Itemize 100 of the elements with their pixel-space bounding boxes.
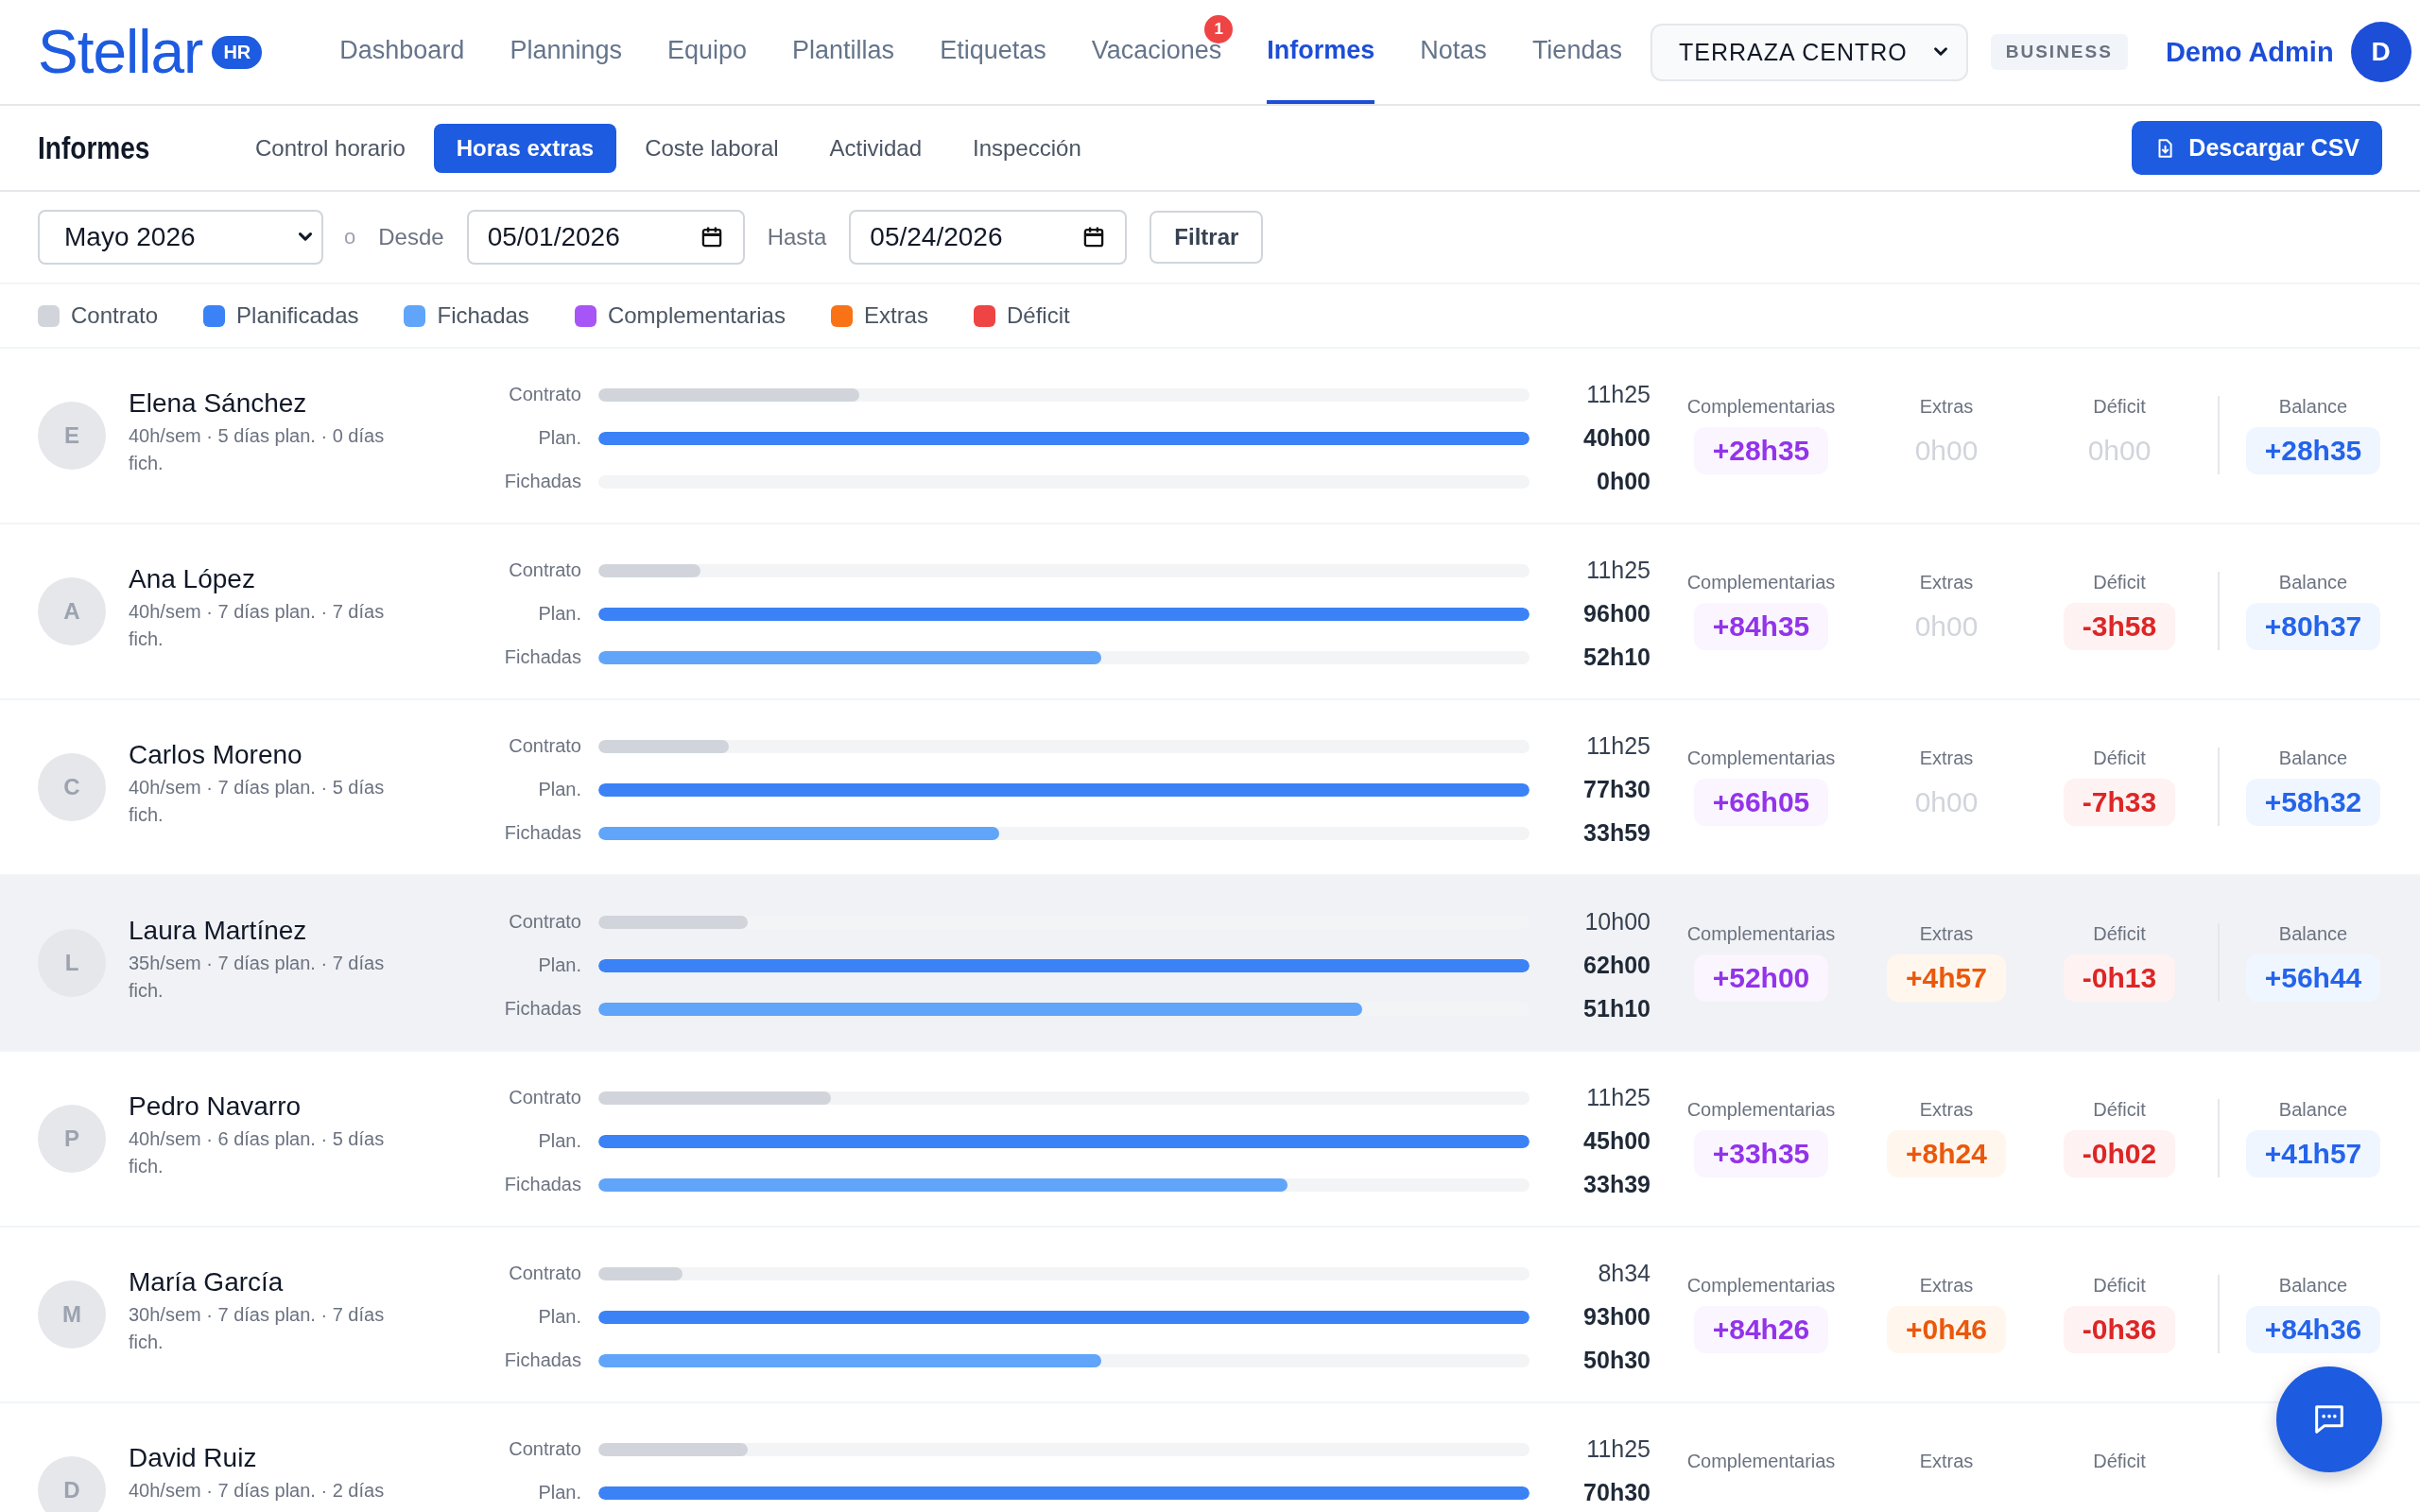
- stat-label: Extras: [1919, 1275, 1974, 1297]
- stat-label: Déficit: [2093, 747, 2146, 769]
- notification-badge: 1: [1204, 15, 1234, 43]
- report-tab[interactable]: Inspección: [950, 123, 1104, 173]
- month-select[interactable]: Mayo 2026: [38, 210, 323, 265]
- stat-value: +28h35: [1693, 427, 1829, 474]
- filter-button[interactable]: Filtrar: [1150, 211, 1264, 264]
- user-avatar[interactable]: D: [2350, 22, 2411, 82]
- stat-label: Extras: [1919, 1099, 1974, 1121]
- hours-value: 11h25: [1585, 557, 1651, 584]
- nav-link[interactable]: Plantillas: [769, 0, 918, 104]
- bar-label: Plan.: [537, 1306, 581, 1328]
- employee-name: Laura Martínez: [129, 916, 308, 946]
- nav-link[interactable]: Vacaciones 1: [1068, 0, 1245, 104]
- hours-value: 0h00: [1596, 468, 1651, 495]
- nav-link[interactable]: Informes: [1267, 0, 1375, 104]
- hours-value: 11h25: [1585, 1435, 1651, 1463]
- bar-label: Fichadas: [503, 471, 581, 492]
- bar-label: Plan.: [537, 1130, 581, 1152]
- report-tab[interactable]: Control horario: [233, 123, 428, 173]
- nav-link[interactable]: Plannings: [487, 0, 645, 104]
- from-date-field[interactable]: 05/01/2026: [466, 210, 745, 265]
- legend-label: Planificadas: [236, 302, 359, 329]
- stat-value: -3h58: [2063, 603, 2176, 650]
- hours-value: 33h59: [1582, 819, 1651, 847]
- stat-label: Balance: [2278, 747, 2348, 769]
- nav-link[interactable]: Dashboard: [317, 0, 488, 104]
- report-tab[interactable]: Coste laboral: [622, 123, 802, 173]
- stat-value: +66h05: [1693, 779, 1829, 826]
- employee-details: 40h/sem · 7 días plan. · 2 días: [129, 1479, 386, 1503]
- employee-details: 35h/sem · 7 días plan. · 7 días fich.: [129, 952, 386, 1003]
- stat-label: Extras: [1919, 747, 1974, 769]
- stat-label: Extras: [1919, 1451, 1974, 1472]
- employee-details: 30h/sem · 7 días plan. · 7 días fich.: [129, 1303, 386, 1354]
- stat-value: +84h36: [2245, 1306, 2381, 1353]
- employee-row[interactable]: M María García 30h/sem · 7 días plan. · 7 días fich. Contrato 8h34 Plan. 93h00 Fichadas 50h30 Complementarias +84h26 Extras +0h46 Déficit -0h36 Balance +84h36: [0, 1228, 2420, 1403]
- stat-value: +84h26: [1693, 1306, 1829, 1353]
- bar-label: Plan.: [537, 603, 581, 625]
- stat-value: -0h36: [2063, 1306, 2176, 1353]
- avatar: A: [38, 577, 106, 645]
- hours-value: 70h30: [1582, 1479, 1651, 1506]
- avatar: P: [38, 1105, 106, 1173]
- hours-value: 96h00: [1582, 600, 1651, 627]
- stat-label: Complementarias: [1686, 747, 1836, 769]
- download-csv-button[interactable]: Descargar CSV: [2132, 121, 2382, 175]
- stat-label: Extras: [1919, 396, 1974, 418]
- stat-label: Balance: [2278, 396, 2348, 418]
- hours-value: 51h10: [1582, 995, 1651, 1022]
- hours-value: 40h00: [1582, 424, 1651, 452]
- hours-value: 11h25: [1585, 381, 1651, 408]
- nav-link[interactable]: Notas: [1397, 0, 1510, 104]
- employee-details: 40h/sem · 6 días plan. · 5 días fich.: [129, 1127, 386, 1178]
- employee-name: María García: [129, 1267, 285, 1297]
- avatar: D: [38, 1456, 106, 1512]
- hours-value: 33h39: [1582, 1171, 1651, 1198]
- bar-label: Contrato: [508, 1263, 581, 1284]
- bar-label: Contrato: [508, 1438, 581, 1460]
- stat-label: Extras: [1919, 923, 1974, 945]
- stat-value: +0h46: [1887, 1306, 2006, 1353]
- report-tab[interactable]: Horas extras: [433, 123, 617, 173]
- bar-label: Fichadas: [503, 822, 581, 844]
- bar-label: Plan.: [537, 954, 581, 976]
- nav-link[interactable]: Tiendas: [1509, 0, 1645, 104]
- bar-label: Plan.: [537, 779, 581, 800]
- hours-value: 93h00: [1582, 1303, 1651, 1331]
- user-name[interactable]: Demo Admin: [2165, 36, 2334, 68]
- logo-text[interactable]: Stellar: [38, 17, 203, 87]
- stat-value: +41h57: [2245, 1130, 2381, 1177]
- nav-link[interactable]: Etiquetas: [917, 0, 1069, 104]
- to-label: Hasta: [767, 224, 827, 250]
- stat-value: +56h44: [2245, 954, 2381, 1002]
- employee-name: Ana López: [129, 564, 256, 594]
- stat-value: +84h35: [1693, 603, 1829, 650]
- plan-badge: BUSINESS: [1990, 34, 2128, 70]
- bar-label: Fichadas: [503, 1349, 581, 1371]
- bar-label: Fichadas: [503, 1174, 581, 1195]
- stat-value: +4h57: [1887, 954, 2006, 1002]
- stat-value: -0h13: [2063, 954, 2176, 1002]
- stat-label: Balance: [2278, 1099, 2348, 1121]
- stat-value: +58h32: [2245, 779, 2381, 826]
- report-tab[interactable]: Actividad: [806, 123, 944, 173]
- hours-value: 11h25: [1585, 1084, 1651, 1111]
- from-label: Desde: [378, 224, 444, 250]
- stat-label: Déficit: [2093, 1275, 2146, 1297]
- stat-value: +28h35: [2245, 427, 2381, 474]
- stat-value: -7h33: [2063, 779, 2176, 826]
- stat-label: Complementarias: [1686, 396, 1836, 418]
- nav-link[interactable]: Equipo: [645, 0, 770, 104]
- bar-label: Fichadas: [503, 998, 581, 1020]
- avatar: C: [38, 753, 106, 821]
- hours-value: 8h34: [1597, 1260, 1651, 1287]
- store-select[interactable]: TERRAZA CENTRO: [1650, 23, 1968, 81]
- to-date-field[interactable]: 05/24/2026: [849, 210, 1128, 265]
- employee-row[interactable]: L Laura Martínez 35h/sem · 7 días plan. · 7 días fich. Contrato 10h00 Plan. 62h00 Fichadas 51h10 Complementarias +52h00 Extras +4h57 Déficit -0h13 Balance +56h44: [0, 876, 2420, 1052]
- employee-name: David Ruiz: [129, 1443, 258, 1473]
- employee-name: Pedro Navarro: [129, 1091, 302, 1122]
- avatar: E: [38, 402, 106, 470]
- avatar: M: [38, 1280, 106, 1349]
- employee-row[interactable]: P Pedro Navarro 40h/sem · 6 días plan. · 5 días fich. Contrato 11h25 Plan. 45h00 Fichadas 33h39 Complementarias +33h35 Extras +8h24 Déficit -0h02 Balance +41h57: [0, 1052, 2420, 1228]
- bar-label: Plan.: [537, 1482, 581, 1503]
